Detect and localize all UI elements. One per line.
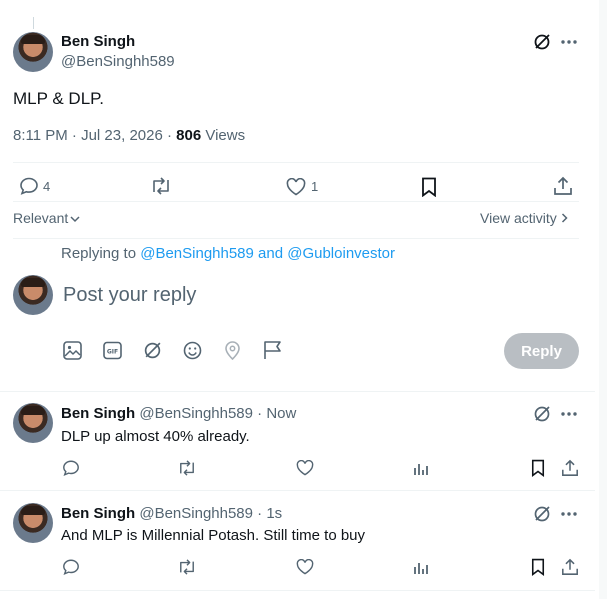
repost-icon[interactable] bbox=[177, 559, 197, 575]
repost-icon[interactable] bbox=[150, 177, 172, 195]
reply-header: Ben Singh @BenSinghh589 · 1s bbox=[61, 505, 282, 522]
more-icon[interactable] bbox=[561, 40, 577, 44]
author-name[interactable]: Ben Singh bbox=[61, 505, 135, 522]
more-icon[interactable] bbox=[561, 512, 577, 516]
like-icon[interactable] bbox=[296, 460, 314, 476]
avatar[interactable] bbox=[13, 32, 53, 72]
like-count: 1 bbox=[311, 179, 319, 194]
grok-icon[interactable] bbox=[533, 33, 551, 51]
emoji-icon[interactable] bbox=[183, 341, 202, 360]
more-icon[interactable] bbox=[561, 412, 577, 416]
replying-to-prefix: Replying to bbox=[61, 245, 137, 262]
divider bbox=[13, 238, 579, 239]
like-icon[interactable] bbox=[286, 178, 306, 196]
repost-icon[interactable] bbox=[177, 460, 197, 476]
reply-header: Ben Singh @BenSinghh589 · Now bbox=[61, 405, 296, 422]
header-divider-mark bbox=[33, 17, 34, 29]
divider bbox=[13, 201, 579, 202]
view-activity-label: View activity bbox=[480, 210, 557, 226]
like-icon[interactable] bbox=[296, 559, 314, 575]
reply-icon[interactable] bbox=[62, 459, 80, 477]
view-activity-link[interactable]: View activity bbox=[480, 210, 568, 226]
author-name[interactable]: Ben Singh bbox=[61, 33, 135, 50]
reply-input[interactable]: Post your reply bbox=[63, 284, 493, 307]
reply-icon[interactable] bbox=[19, 176, 39, 196]
scrollbar[interactable] bbox=[599, 0, 607, 599]
bookmark-icon[interactable] bbox=[421, 177, 437, 197]
avatar[interactable] bbox=[13, 403, 53, 443]
bookmark-icon[interactable] bbox=[531, 459, 545, 477]
location-icon bbox=[223, 340, 242, 360]
divider bbox=[0, 490, 595, 491]
post-meta: 8:11 PM · Jul 23, 2026 · 806 Views bbox=[13, 127, 245, 144]
replying-to: Replying to @BenSinghh589 and @Gubloinve… bbox=[61, 245, 395, 262]
sort-label: Relevant bbox=[13, 210, 69, 226]
views-label: Views bbox=[205, 127, 246, 144]
reply-text: DLP up almost 40% already. bbox=[61, 428, 250, 445]
composer-avatar[interactable] bbox=[13, 275, 53, 315]
divider bbox=[0, 590, 595, 591]
grok-icon[interactable] bbox=[143, 341, 162, 360]
image-icon[interactable] bbox=[63, 341, 82, 360]
replying-to-users[interactable]: @BenSinghh589 and @Gubloinvestor bbox=[140, 245, 395, 262]
svg-text:GIF: GIF bbox=[107, 349, 118, 356]
share-icon[interactable] bbox=[561, 558, 579, 576]
share-icon[interactable] bbox=[553, 176, 573, 196]
post-time[interactable]: 8:11 PM · Jul 23, 2026 · bbox=[13, 127, 172, 144]
author-handle[interactable]: @BenSinghh589 bbox=[61, 53, 175, 70]
views-icon[interactable] bbox=[413, 560, 429, 575]
divider bbox=[13, 162, 579, 163]
chevron-right-icon bbox=[561, 210, 568, 226]
sort-dropdown[interactable]: Relevant bbox=[13, 210, 80, 226]
flag-icon[interactable] bbox=[263, 340, 282, 360]
author-meta[interactable]: @BenSinghh589 · Now bbox=[139, 405, 296, 422]
divider bbox=[0, 391, 595, 392]
views-count: 806 bbox=[176, 127, 202, 144]
grok-icon[interactable] bbox=[533, 405, 551, 423]
gif-icon[interactable]: GIF bbox=[103, 341, 122, 360]
grok-icon[interactable] bbox=[533, 505, 551, 523]
share-icon[interactable] bbox=[561, 459, 579, 477]
post-text: MLP & DLP. bbox=[13, 89, 105, 108]
views-icon[interactable] bbox=[413, 461, 429, 476]
author-meta[interactable]: @BenSinghh589 · 1s bbox=[139, 505, 282, 522]
avatar[interactable] bbox=[13, 503, 53, 543]
reply-text: And MLP is Millennial Potash. Still time… bbox=[61, 527, 366, 544]
reply-count: 4 bbox=[43, 179, 51, 194]
author-name[interactable]: Ben Singh bbox=[61, 405, 135, 422]
reply-button[interactable]: Reply bbox=[504, 333, 579, 369]
reply-icon[interactable] bbox=[62, 558, 80, 576]
bookmark-icon[interactable] bbox=[531, 558, 545, 576]
chevron-down-icon bbox=[70, 210, 80, 226]
